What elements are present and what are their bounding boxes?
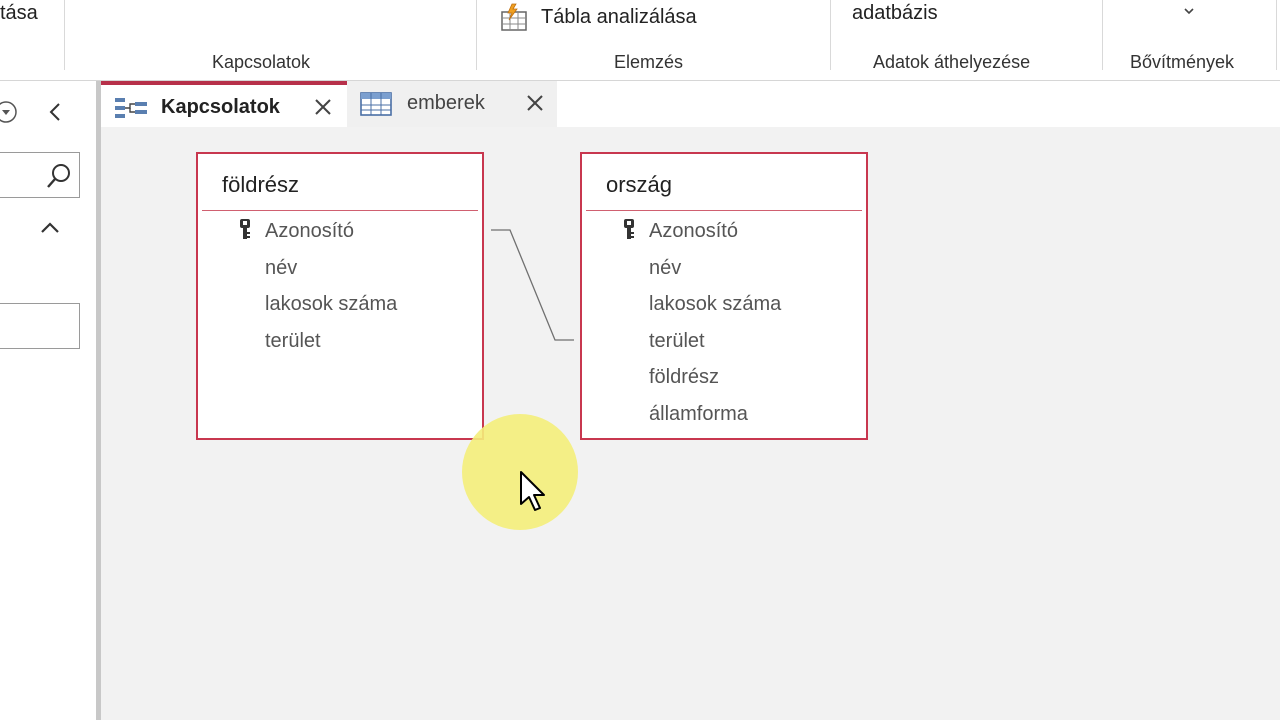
table-window-foldresz[interactable]: földrész Azonosító név lakosok száma ter…	[196, 152, 484, 440]
close-icon[interactable]	[313, 97, 333, 117]
collapse-pane-icon[interactable]	[44, 100, 68, 124]
dropdown-circle-icon[interactable]	[0, 100, 18, 124]
search-input[interactable]	[0, 152, 80, 198]
field-item[interactable]: lakosok száma	[265, 293, 397, 316]
document-tab-strip: Kapcsolatok emberek	[101, 81, 1280, 127]
tab-label: emberek	[407, 92, 485, 114]
field-item[interactable]: Azonosító	[649, 220, 738, 243]
table-window-orszag[interactable]: ország Azonosító név lakosok száma terül…	[580, 152, 868, 440]
table-title[interactable]: földrész	[222, 172, 299, 198]
field-item[interactable]: Azonosító	[265, 220, 354, 243]
field-item[interactable]: terület	[265, 330, 321, 353]
tab-relationships[interactable]: Kapcsolatok	[101, 81, 347, 127]
field-item[interactable]: lakosok száma	[649, 293, 781, 316]
ribbon-separator	[476, 0, 477, 70]
mouse-pointer-icon	[520, 471, 545, 511]
group-label-move-data: Adatok áthelyezése	[873, 52, 1031, 72]
relationships-icon	[115, 98, 147, 118]
tab-emberek[interactable]: emberek	[347, 81, 557, 127]
table-title-divider	[586, 210, 862, 211]
ribbon-cut-label[interactable]: tása	[0, 2, 38, 25]
primary-key-icon	[240, 219, 250, 239]
ribbon-separator	[1276, 0, 1277, 70]
database-button-label[interactable]: adatbázis	[852, 2, 938, 25]
ribbon-separator	[64, 0, 65, 70]
ribbon-separator	[830, 0, 831, 70]
table-title-divider	[202, 210, 478, 211]
field-item[interactable]: terület	[649, 330, 705, 353]
group-label-analyze: Elemzés	[614, 52, 684, 72]
primary-key-icon	[624, 219, 634, 239]
chevron-down-icon[interactable]	[1180, 2, 1198, 20]
field-item[interactable]: név	[649, 257, 681, 280]
analyze-table-button[interactable]: Tábla analizálása	[541, 6, 697, 29]
ribbon: tása Kapcsolatok Tábla analizálása Elemz…	[0, 0, 1280, 81]
close-icon[interactable]	[525, 93, 545, 113]
field-item[interactable]: név	[265, 257, 297, 280]
chevron-up-icon[interactable]	[38, 218, 62, 238]
group-label-addins: Bővítmények	[1130, 52, 1235, 72]
search-icon[interactable]	[45, 162, 73, 190]
field-item[interactable]: államforma	[649, 403, 748, 426]
analyze-table-icon[interactable]	[500, 2, 530, 32]
table-icon	[360, 92, 392, 116]
nav-group-item[interactable]	[0, 303, 80, 349]
tab-label: Kapcsolatok	[161, 96, 280, 118]
group-label-relationships: Kapcsolatok	[212, 52, 311, 72]
table-title[interactable]: ország	[606, 172, 672, 198]
field-item[interactable]: földrész	[649, 366, 719, 389]
ribbon-separator	[1102, 0, 1103, 70]
